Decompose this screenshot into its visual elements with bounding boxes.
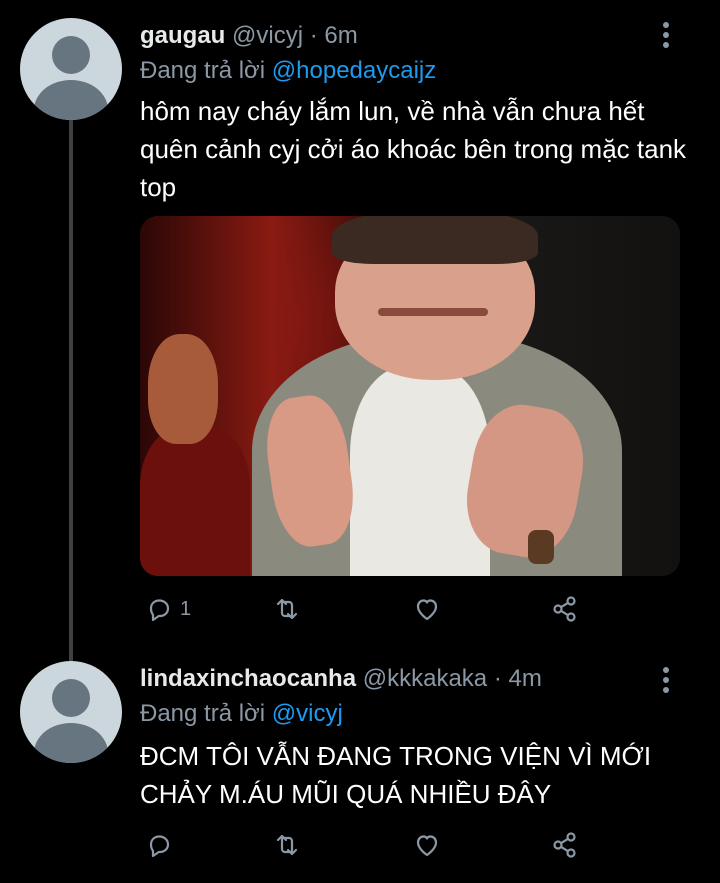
reply-mention-link[interactable]: @hopedaycaijz: [272, 57, 436, 84]
retweet-icon: [276, 598, 298, 620]
timestamp[interactable]: 6m: [324, 22, 357, 49]
tweet-text: hôm nay cháy lắm lun, về nhà vẫn chưa hế…: [140, 96, 687, 202]
avatar-body: [34, 723, 108, 763]
share-button[interactable]: [550, 827, 580, 863]
heart-icon: [416, 599, 438, 621]
more-vertical-icon[interactable]: [656, 665, 676, 695]
reply-count: 1: [180, 597, 192, 620]
reply-context: Đang trả lời @hopedaycaijz: [140, 57, 436, 85]
tweet-media-image[interactable]: [140, 216, 680, 576]
retweet-button[interactable]: [272, 827, 302, 863]
tweet-header: lindaxinchaocanha @kkkakaka · 4m: [140, 665, 542, 693]
share-button[interactable]: [550, 591, 580, 627]
display-name[interactable]: lindaxinchaocanha: [140, 665, 356, 692]
retweet-icon: [276, 834, 298, 856]
tweet-2[interactable]: lindaxinchaocanha @kkkakaka · 4m Đang tr…: [0, 655, 720, 883]
reply-button[interactable]: 1: [144, 591, 191, 627]
username[interactable]: @kkkakaka: [363, 665, 487, 692]
avatar-head: [52, 679, 90, 717]
reply-icon: [149, 835, 170, 858]
reply-mention-link[interactable]: @vicyj: [272, 700, 343, 727]
tweet-actions: 1: [140, 591, 600, 627]
avatar-default[interactable]: [20, 18, 122, 120]
media-shirt: [350, 366, 490, 576]
heart-icon: [416, 835, 438, 857]
reply-button[interactable]: [144, 827, 180, 863]
separator: ·: [493, 665, 502, 692]
tweet-actions: [140, 827, 600, 863]
tweet-1[interactable]: gaugau @vicyj · 6m Đang trả lời @hopeday…: [0, 0, 720, 660]
more-vertical-icon[interactable]: [656, 20, 676, 50]
tweet-header: gaugau @vicyj · 6m: [140, 22, 358, 50]
reply-icon: [149, 599, 170, 622]
share-icon: [553, 832, 576, 858]
media-figure-body: [140, 426, 250, 576]
avatar-head: [52, 36, 90, 74]
display-name[interactable]: gaugau: [140, 22, 225, 49]
separator: ·: [309, 22, 318, 49]
tweet-text: ĐCM TÔI VẪN ĐANG TRONG VIỆN VÌ MỚI CHẢY …: [140, 741, 652, 809]
media-watch: [528, 530, 554, 564]
reply-prefix: Đang trả lời: [140, 700, 266, 727]
avatar-body: [34, 80, 108, 120]
timestamp[interactable]: 4m: [508, 665, 541, 692]
username[interactable]: @vicyj: [232, 22, 303, 49]
share-icon: [553, 596, 576, 622]
media-figure-face: [148, 334, 218, 444]
reply-prefix: Đang trả lời: [140, 57, 266, 84]
retweet-button[interactable]: [272, 591, 302, 627]
media-hair: [332, 216, 538, 264]
like-button[interactable]: [412, 591, 442, 627]
media-mouth: [378, 308, 488, 316]
like-button[interactable]: [412, 827, 442, 863]
reply-context: Đang trả lời @vicyj: [140, 700, 343, 728]
avatar-default[interactable]: [20, 661, 122, 763]
